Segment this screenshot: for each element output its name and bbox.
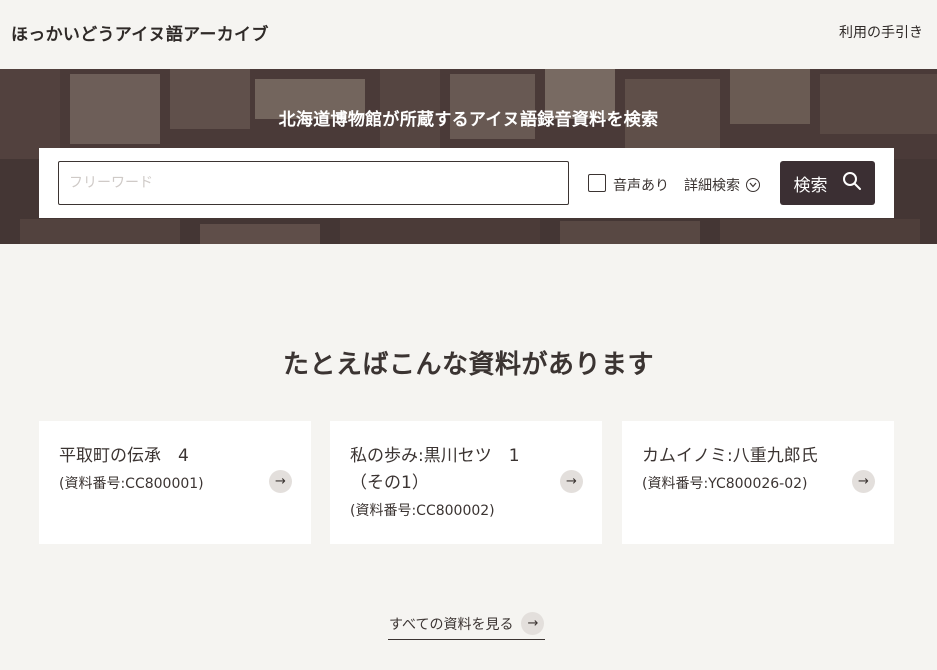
card-title-text: 平取町の伝承 4 [59, 446, 189, 466]
search-panel: 音声あり 詳細検索 検索 [39, 148, 894, 218]
advanced-search-label: 詳細検索 [684, 178, 740, 194]
view-all-label: すべての資料を見る [389, 616, 514, 633]
card-id: (資料番号:CC800002) [350, 503, 495, 519]
card-title: 平取町の伝承 4 (資料番号:CC800001) [59, 443, 249, 496]
arrow-right-icon: → [521, 612, 545, 635]
chevron-down-circle-icon [746, 178, 760, 192]
site-header: ほっかいどうアイヌ語アーカイブ 利用の手引き [0, 0, 937, 69]
examples-heading: たとえばこんな資料があります [282, 350, 654, 380]
search-button-label: 検索 [793, 175, 828, 195]
advanced-search-toggle[interactable]: 詳細検索 [684, 175, 760, 195]
hero-heading: 北海道博物館が所蔵するアイヌ語録音資料を検索 [278, 110, 659, 130]
card-title: 私の歩み:黒川セツ 1（その1） (資料番号:CC800002) [350, 443, 540, 523]
example-card[interactable]: 平取町の伝承 4 (資料番号:CC800001) → [39, 421, 311, 544]
view-all-link[interactable]: すべての資料を見る → [388, 608, 545, 640]
example-card[interactable]: 私の歩み:黒川セツ 1（その1） (資料番号:CC800002) → [330, 421, 602, 544]
card-id: (資料番号:CC800001) [59, 476, 204, 492]
arrow-right-icon: → [269, 470, 292, 493]
card-title-text: カムイノミ:八重九郎氏 [642, 446, 818, 466]
card-title-text: 私の歩み:黒川セツ 1（その1） [350, 446, 520, 493]
arrow-right-icon: → [852, 470, 875, 493]
site-title[interactable]: ほっかいどうアイヌ語アーカイブ [11, 20, 269, 45]
arrow-right-icon: → [560, 470, 583, 493]
search-icon [842, 171, 862, 196]
search-button[interactable]: 検索 [780, 161, 875, 205]
guide-link[interactable]: 利用の手引き [839, 22, 923, 42]
hero-section: 北海道博物館が所蔵するアイヌ語録音資料を検索 音声あり 詳細検索 検索 [0, 69, 937, 244]
search-input[interactable] [58, 161, 569, 205]
card-title: カムイノミ:八重九郎氏 (資料番号:YC800026-02) [642, 443, 832, 496]
audio-checkbox-label[interactable]: 音声あり [613, 175, 669, 195]
audio-checkbox[interactable] [588, 174, 606, 192]
card-id: (資料番号:YC800026-02) [642, 476, 808, 492]
example-card[interactable]: カムイノミ:八重九郎氏 (資料番号:YC800026-02) → [622, 421, 894, 544]
